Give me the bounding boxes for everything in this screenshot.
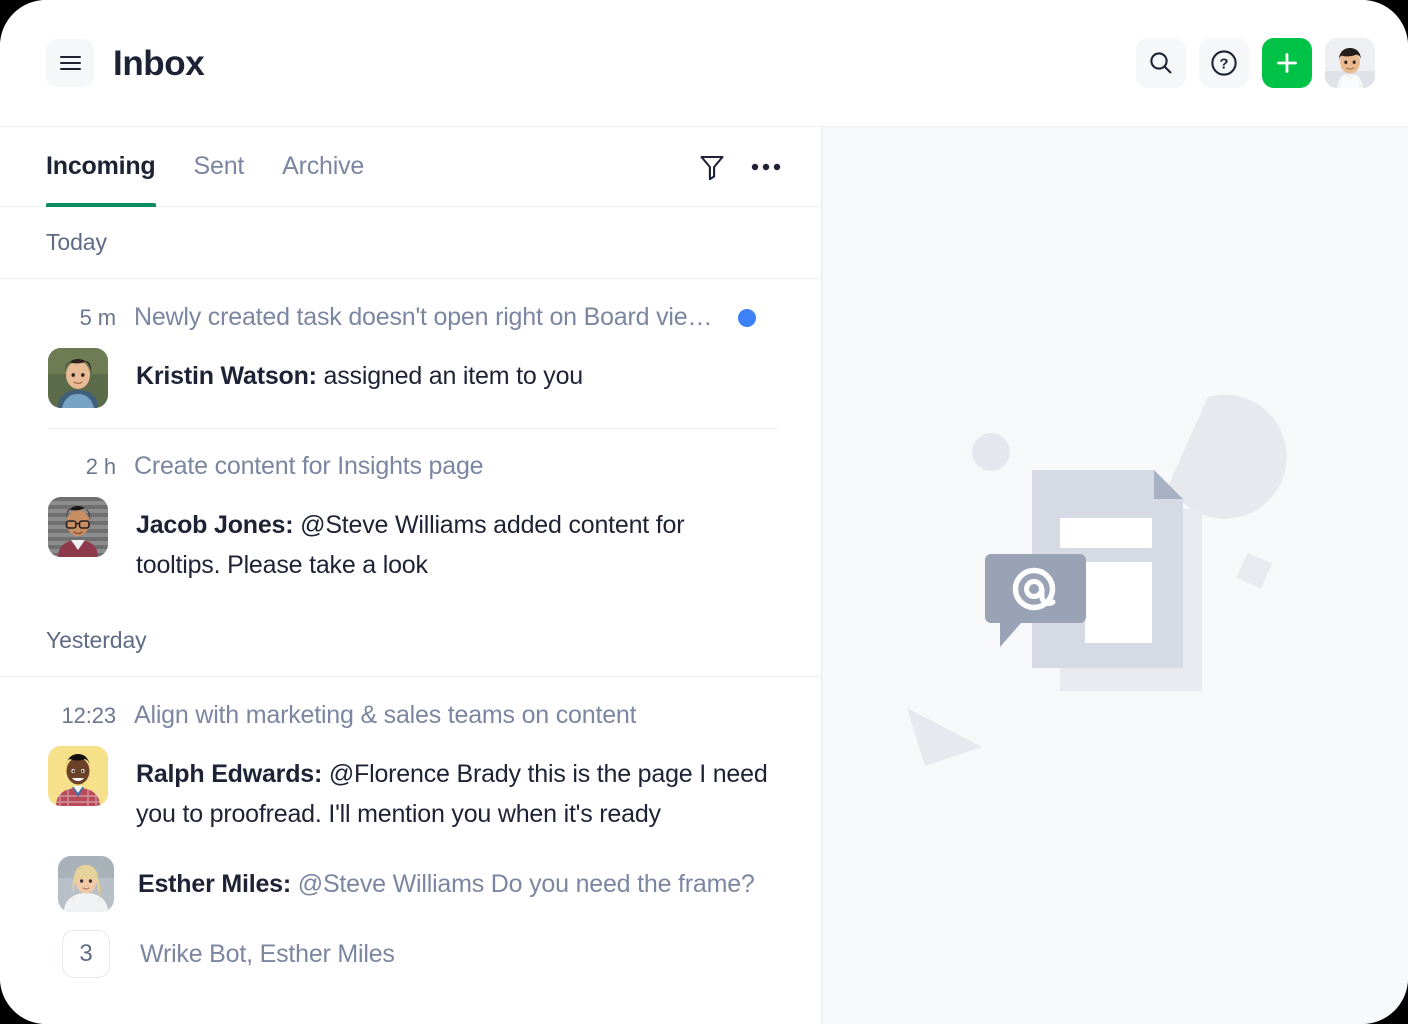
body-split: Incoming Sent Archive Today 5 m Newly cr…: [0, 127, 1408, 1024]
filter-glyph: [700, 155, 724, 180]
message-header: 5 m Newly created task doesn't open righ…: [46, 303, 775, 332]
message-time: 2 h: [85, 453, 116, 479]
avatar-photo-jacob: [48, 497, 108, 557]
message-time: 12:23: [61, 702, 116, 728]
message-author: Ralph Edwards:: [136, 760, 323, 788]
avatar-photo-kristin: [48, 348, 108, 408]
more-glyph: [751, 163, 781, 170]
message-list-pane: Incoming Sent Archive Today 5 m Newly cr…: [0, 127, 822, 1024]
decor-circle: [972, 432, 1010, 471]
top-bar-left: Inbox: [46, 39, 205, 87]
avatar: [48, 497, 108, 557]
unread-indicator: [738, 308, 757, 327]
avatar[interactable]: [1325, 38, 1375, 88]
message-author: Jacob Jones:: [136, 511, 294, 539]
message-body: Ralph Edwards: @Florence Brady this is t…: [136, 746, 775, 834]
message-header: 2 h Create content for Insights page: [46, 452, 775, 481]
message-time: 5 m: [79, 304, 116, 330]
document-line-block: [1060, 517, 1152, 548]
tab-archive[interactable]: Archive: [282, 127, 364, 207]
search-glyph: [1150, 52, 1172, 74]
message-reply-body: Esther Miles: @Steve Williams Do you nee…: [138, 856, 755, 904]
question-glyph: ?: [1211, 50, 1237, 76]
avatar-photo-ralph: [48, 746, 108, 806]
message-line: Ralph Edwards: @Florence Brady this is t…: [46, 746, 775, 834]
section-header-yesterday: Yesterday: [0, 605, 821, 677]
search-icon[interactable]: [1136, 38, 1186, 88]
message-subject: Create content for Insights page: [134, 452, 484, 480]
avatar: [48, 746, 108, 806]
hamburger-glyph: [59, 55, 81, 71]
message-text: assigned an item to you: [323, 362, 584, 390]
question-circle-icon[interactable]: ?: [1199, 38, 1249, 88]
message-header: 12:23 Align with marketing & sales teams…: [46, 701, 775, 730]
filter-icon[interactable]: [699, 153, 725, 181]
list-item[interactable]: 12:23 Align with marketing & sales teams…: [0, 677, 821, 998]
top-bar: Inbox ?: [0, 0, 1408, 127]
list-item[interactable]: 2 h Create content for Insights page Jac…: [0, 428, 821, 605]
document-body-block: [1085, 561, 1152, 643]
thread-participants: Wrike Bot, Esther Miles: [140, 939, 395, 968]
message-subject: Align with marketing & sales teams on co…: [134, 701, 637, 729]
message-thread[interactable]: 3 Wrike Bot, Esther Miles: [46, 930, 775, 978]
message-list-scroll[interactable]: Today 5 m Newly created task doesn't ope…: [0, 207, 821, 1024]
message-line: Kristin Watson: assigned an item to you: [46, 348, 775, 408]
avatar: [48, 348, 108, 408]
app-window: Inbox ? Incoming Sent Archive Today 5 m …: [0, 0, 1408, 1024]
message-reply-text: @Steve Williams Do you need the frame?: [297, 870, 755, 898]
message-line: Jacob Jones: @Steve Williams added conte…: [46, 497, 775, 585]
tabs-row: Incoming Sent Archive: [0, 127, 821, 207]
more-horizontal-icon[interactable]: [751, 162, 781, 172]
illustration-svg: [907, 394, 1287, 766]
plus-icon[interactable]: [1262, 38, 1312, 88]
message-body: Jacob Jones: @Steve Williams added conte…: [136, 497, 775, 585]
top-bar-right: ?: [1136, 38, 1375, 88]
plus-glyph: [1277, 53, 1297, 73]
hamburger-icon[interactable]: [46, 39, 94, 87]
detail-pane: [822, 127, 1408, 1024]
decor-triangle: [907, 707, 982, 766]
avatar-photo-esther: [58, 856, 114, 912]
tab-sent[interactable]: Sent: [194, 127, 245, 207]
decor-diamond: [1236, 552, 1273, 588]
section-header-today: Today: [0, 207, 821, 279]
message-body: Kristin Watson: assigned an item to you: [136, 348, 583, 396]
thread-count-badge: 3: [62, 930, 110, 978]
avatar: [58, 856, 114, 912]
list-item[interactable]: 5 m Newly created task doesn't open righ…: [0, 279, 821, 428]
message-reply-author: Esther Miles:: [138, 870, 292, 898]
message-author: Kristin Watson:: [136, 362, 317, 390]
at-mention-document-illustration: [895, 356, 1335, 796]
decor-semicircle: [1169, 394, 1287, 519]
page-title: Inbox: [113, 43, 205, 83]
message-reply-line: Esther Miles: @Steve Williams Do you nee…: [46, 856, 775, 912]
tab-incoming[interactable]: Incoming: [46, 127, 156, 207]
message-subject: Newly created task doesn't open right on…: [134, 303, 713, 331]
avatar-photo: [1325, 38, 1375, 88]
svg-text:?: ?: [1219, 56, 1228, 73]
